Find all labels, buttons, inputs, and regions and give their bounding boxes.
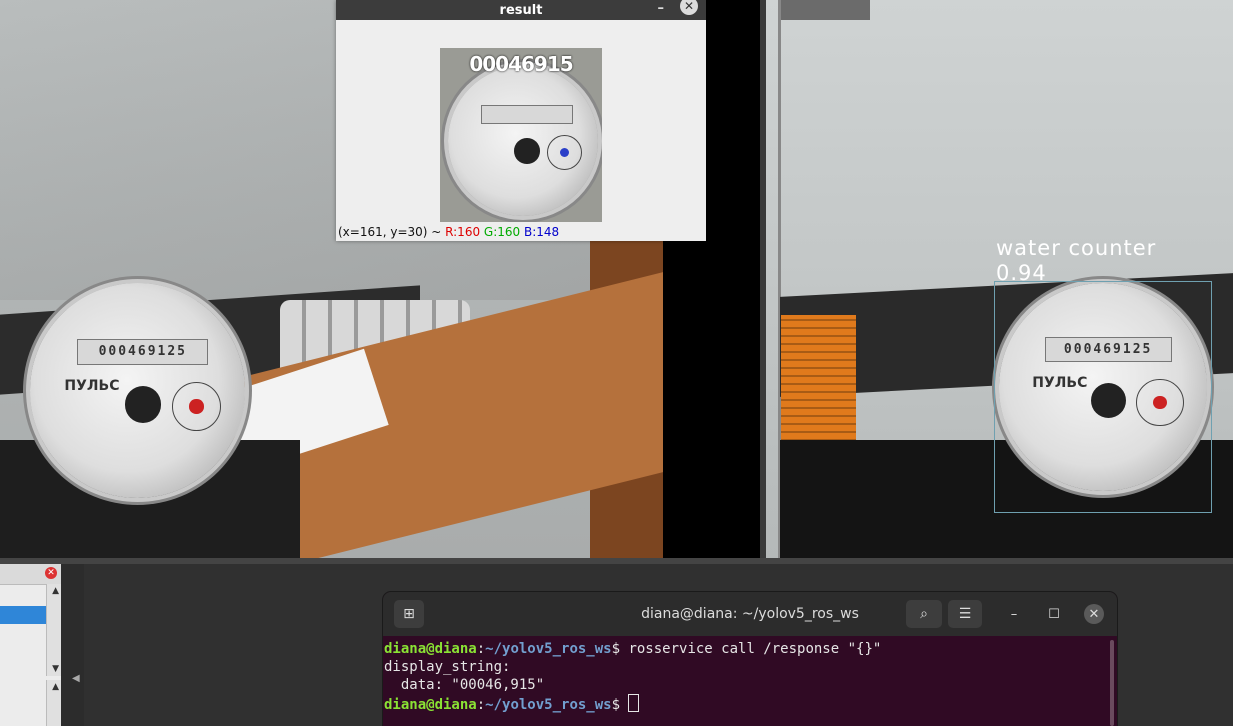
scrollbar[interactable]: ▲ xyxy=(46,680,61,726)
prompt-path: ~/yolov5_ros_ws xyxy=(485,697,612,713)
blue-value: B:148 xyxy=(524,225,560,239)
scroll-down-icon[interactable]: ▼ xyxy=(52,664,59,674)
close-icon[interactable]: ✕ xyxy=(1084,604,1104,624)
black-background xyxy=(706,0,760,241)
detection-class: water counter xyxy=(996,236,1157,260)
selected-list-item[interactable] xyxy=(0,606,46,624)
green-value: G:160 xyxy=(483,225,521,239)
meter-digits: 000469125 xyxy=(77,338,209,365)
ocr-result-text: 00046915 xyxy=(469,52,573,76)
meter-hub xyxy=(514,138,540,164)
camera-feed-right: 000469125 ПУЛЬС water counter 0.94 xyxy=(766,0,1233,558)
hamburger-menu-icon[interactable]: ☰ xyxy=(948,600,982,628)
detection-bounding-box xyxy=(994,281,1212,513)
side-list-panel: ✕ ▲ ▼ ▲ xyxy=(0,564,61,726)
close-icon[interactable]: ✕ xyxy=(45,567,57,579)
terminal-line: diana@diana:~/yolov5_ros_ws$ xyxy=(384,694,1117,714)
command-text: $ rosservice call /response "{}" xyxy=(611,641,882,657)
command-text: $ xyxy=(611,697,629,713)
terminal-output[interactable]: diana@diana:~/yolov5_ros_ws$ rosservice … xyxy=(383,636,1117,714)
meter-dial xyxy=(547,135,582,170)
water-meter-thumbnail xyxy=(448,66,598,216)
water-meter: 000469125 ПУЛЬС xyxy=(30,283,245,498)
result-titlebar[interactable]: result – ✕ xyxy=(336,0,706,20)
result-window[interactable]: result – ✕ 00046915 (x=161, y=30) ~ R:16… xyxy=(336,0,706,241)
result-title: result xyxy=(499,2,543,18)
detection-label: water counter 0.94 xyxy=(996,236,1156,286)
cropped-meter-image: 00046915 xyxy=(440,48,602,222)
meter-brand: ПУЛЬС xyxy=(64,377,120,394)
terminal-line: display_string: xyxy=(384,659,511,675)
terminal-scrollbar[interactable] xyxy=(1110,640,1114,726)
minimize-icon[interactable]: – xyxy=(1004,604,1024,624)
cursor-coords: (x=161, y=30) ~ xyxy=(338,225,446,239)
search-icon[interactable]: ⌕ xyxy=(906,600,942,628)
terminal-window[interactable]: ⊞ diana@diana: ~/yolov5_ros_ws ⌕ ☰ – ☐ ✕… xyxy=(383,592,1117,726)
terminal-line: data: "00046,915" xyxy=(384,677,545,693)
black-background xyxy=(663,241,760,558)
prompt-user: diana@diana xyxy=(384,641,477,657)
background-object xyxy=(780,0,870,20)
terminal-line: diana@diana:~/yolov5_ros_ws$ rosservice … xyxy=(384,641,882,657)
scrollbar[interactable]: ▲ ▼ xyxy=(46,584,61,676)
maximize-icon[interactable]: ☐ xyxy=(1044,604,1064,624)
pixel-status-bar: (x=161, y=30) ~ R:160 G:160 B:148 xyxy=(338,225,559,239)
meter-dial xyxy=(171,381,222,432)
meter-hub xyxy=(124,386,162,423)
prompt-user: diana@diana xyxy=(384,697,477,713)
close-icon[interactable]: ✕ xyxy=(680,0,698,15)
terminal-titlebar[interactable]: ⊞ diana@diana: ~/yolov5_ros_ws ⌕ ☰ – ☐ ✕ xyxy=(383,592,1117,636)
prompt-path: ~/yolov5_ros_ws xyxy=(485,641,612,657)
red-value: R:160 xyxy=(445,225,481,239)
text-cursor xyxy=(628,694,640,712)
meter-digits xyxy=(481,105,573,124)
side-panel-header: ✕ xyxy=(0,564,61,585)
minimize-icon[interactable]: – xyxy=(658,1,665,16)
scroll-up-icon[interactable]: ▲ xyxy=(52,586,59,596)
scroll-up-icon[interactable]: ▲ xyxy=(52,682,59,692)
collapse-arrow-icon[interactable]: ◀ xyxy=(72,673,80,684)
